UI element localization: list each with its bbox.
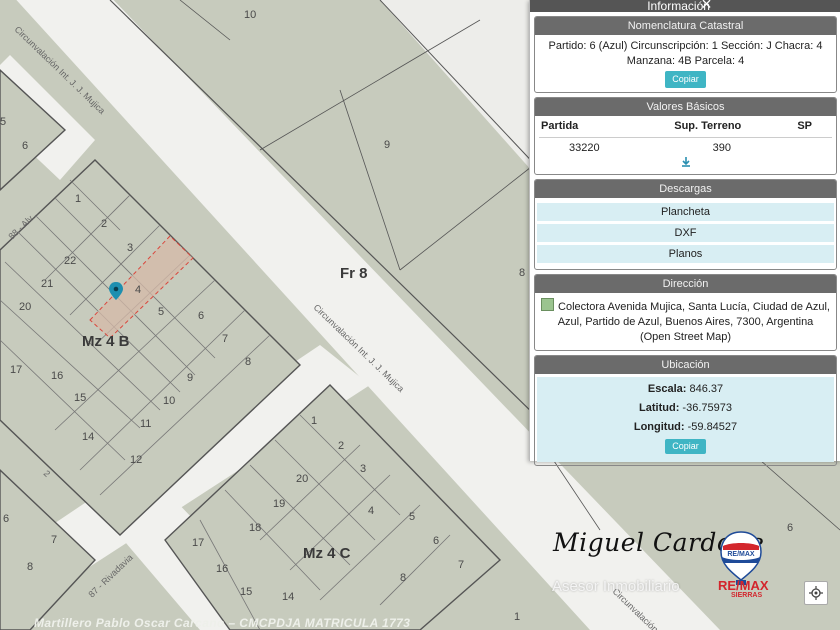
parcel-label: 8: [400, 572, 406, 584]
parcel-label: 20: [19, 301, 31, 313]
parcel-label: 6: [22, 140, 28, 152]
parcel-label: 16: [51, 370, 63, 382]
longitud-value: -59.84527: [687, 421, 738, 433]
download-dxf-link[interactable]: DXF: [537, 224, 834, 242]
column-header-sp: SP: [768, 116, 832, 138]
parcel-label: 17: [10, 364, 22, 376]
section-valores: Valores Básicos Partida Sup. Terreno SP …: [534, 97, 837, 175]
download-icon[interactable]: [680, 156, 692, 168]
nomenclatura-text: Partido: 6 (Azul) Circunscripción: 1 Sec…: [548, 40, 823, 67]
parcel-label: 8: [245, 356, 251, 368]
parcel-label: 10: [163, 395, 175, 407]
section-descargas: Descargas Plancheta DXF Planos: [534, 179, 837, 270]
parcel-label: 14: [82, 431, 94, 443]
parcel-label: 7: [51, 534, 57, 546]
download-planos-link[interactable]: Planos: [537, 245, 834, 263]
parcel-label: 12: [130, 454, 142, 466]
parcel-label: 16: [216, 563, 228, 575]
parcel-label: 2: [338, 440, 344, 452]
locate-glyph: [809, 586, 823, 600]
parcel-label: 21: [41, 278, 53, 290]
download-plancheta-link[interactable]: Plancheta: [537, 203, 834, 221]
parcel-label: 5: [409, 511, 415, 523]
parcel-label: 15: [74, 392, 86, 404]
section-nomenclatura: Nomenclatura Catastral Partido: 6 (Azul)…: [534, 16, 837, 93]
copy-nomenclatura-button[interactable]: Copiar: [665, 71, 706, 88]
parcel-label: 10: [244, 9, 256, 21]
parcel-label: 9: [384, 139, 390, 151]
parcel-label: 9: [187, 372, 193, 384]
parcel-label: 19: [273, 498, 285, 510]
parcel-label: 11: [140, 418, 151, 430]
map-thumbnail-icon: [541, 298, 555, 311]
latitud-label: Latitud:: [639, 402, 680, 414]
parcel-label: 4: [135, 284, 141, 296]
parcel-label: 22: [64, 255, 76, 267]
block-label-mz4b: Mz 4 B: [82, 333, 130, 350]
column-header-partida: Partida: [539, 116, 647, 138]
direccion-text: Colectora Avenida Mujica, Santa Lucía, C…: [557, 301, 830, 343]
parcel-label: 15: [240, 586, 252, 598]
parcel-label: 6: [433, 535, 439, 547]
info-panel: Información × Nomenclatura Catastral Par…: [529, 0, 840, 466]
remax-badge-text: RE/MAX: [727, 551, 755, 558]
parcel-label: 1: [514, 611, 520, 623]
cell-partida: 33220: [569, 142, 600, 154]
copy-ubicacion-button[interactable]: Copiar: [665, 439, 706, 454]
parcel-label: 7: [458, 559, 464, 571]
valores-table: Partida Sup. Terreno SP 33220 390: [539, 116, 832, 158]
parcel-label: 14: [282, 591, 294, 603]
parcel-label: 1: [311, 415, 317, 427]
column-header-sup-terreno: Sup. Terreno: [646, 116, 769, 138]
section-header-nomenclatura[interactable]: Nomenclatura Catastral: [535, 17, 836, 35]
crosshair-icon[interactable]: [804, 581, 828, 605]
parcel-label: 5: [0, 116, 6, 128]
parcel-label: 5: [158, 306, 164, 318]
parcel-label: 8: [27, 561, 33, 573]
section-direccion: Dirección Colectora Avenida Mujica, Sant…: [534, 274, 837, 351]
remax-wordmark: RE/MAX: [718, 578, 769, 593]
parcel-label: 6: [787, 522, 793, 534]
section-header-direccion[interactable]: Dirección: [535, 275, 836, 293]
parcel-label: 18: [249, 522, 261, 534]
parcel-label: 17: [192, 537, 204, 549]
latitud-value: -36.75973: [682, 402, 732, 414]
parcel-label: 7: [222, 333, 228, 345]
section-header-ubicacion[interactable]: Ubicación: [535, 356, 836, 374]
parcel-label: 4: [368, 505, 374, 517]
cell-sup-terreno: 390: [712, 142, 731, 154]
parcel-label: 8: [519, 267, 525, 279]
escala-value: 846.37: [689, 383, 724, 395]
escala-label: Escala:: [647, 383, 687, 395]
parcel-label: 6: [3, 513, 9, 525]
block-label-mz4c: Mz 4 C: [303, 545, 351, 562]
panel-titlebar: Información ×: [530, 0, 840, 12]
parcel-label: 6: [198, 310, 204, 322]
section-header-descargas[interactable]: Descargas: [535, 180, 836, 198]
cell-sp: [769, 138, 832, 159]
watermark-text: Martillero Pablo Oscar Carcano – CMCPDJA…: [34, 616, 411, 630]
agent-role: Asesor Inmobiliario: [552, 578, 680, 595]
close-icon[interactable]: ×: [701, 0, 712, 12]
remax-sub: SIERRAS: [731, 592, 763, 599]
section-header-valores[interactable]: Valores Básicos: [535, 98, 836, 116]
parcel-label: 1: [75, 193, 81, 205]
block-label-fr8: Fr 8: [340, 265, 368, 282]
section-ubicacion: Ubicación Escala: 846.37 Latitud: -36.75…: [534, 355, 837, 466]
longitud-label: Longitud:: [633, 421, 685, 433]
parcel-label: 2: [101, 218, 107, 230]
table-row: 33220 390: [539, 138, 832, 159]
parcel-label: 3: [360, 463, 366, 475]
parcel-label: 3: [127, 242, 133, 254]
parcel-label: 20: [296, 473, 308, 485]
